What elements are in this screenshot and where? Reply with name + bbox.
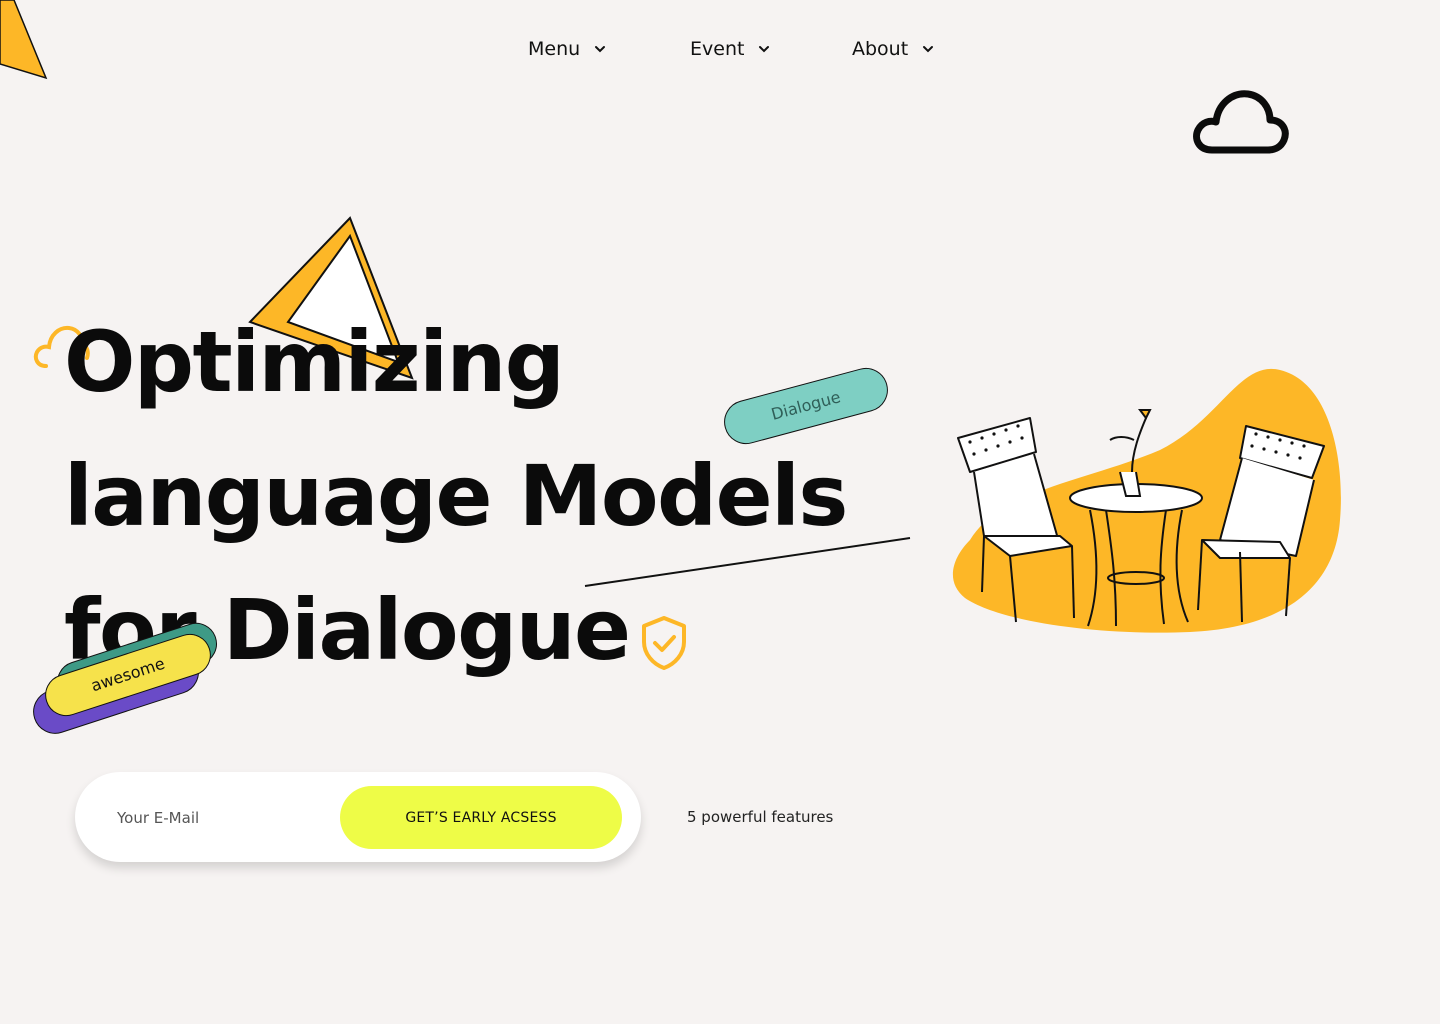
dialogue-tag-label: Dialogue xyxy=(769,387,843,424)
chevron-down-icon xyxy=(759,46,770,53)
features-link[interactable]: 5 powerful features xyxy=(687,808,833,826)
nav-item-label: Menu xyxy=(528,38,581,60)
top-navigation: Menu Event About xyxy=(0,38,1440,66)
early-access-button[interactable]: GET’S EARLY ACSESS xyxy=(340,786,622,849)
decorative-line xyxy=(584,537,911,587)
hero-heading-line-1: Optimizing xyxy=(64,313,565,411)
cafe-table-illustration xyxy=(952,368,1341,633)
nav-item-label: About xyxy=(852,38,909,60)
chevron-down-icon xyxy=(595,46,606,53)
nav-item-label: Event xyxy=(690,38,745,60)
email-input[interactable] xyxy=(115,800,359,836)
cloud-icon xyxy=(1193,90,1289,154)
nav-item-event[interactable]: Event xyxy=(690,38,770,60)
early-access-form: GET’S EARLY ACSESS xyxy=(75,772,641,862)
nav-item-menu[interactable]: Menu xyxy=(528,38,606,60)
chevron-down-icon xyxy=(923,46,934,53)
nav-item-about[interactable]: About xyxy=(852,38,934,60)
hero-heading-line-2: language Models xyxy=(64,447,848,545)
dialogue-tag: Dialogue xyxy=(719,363,893,449)
shield-check-icon xyxy=(642,616,686,670)
